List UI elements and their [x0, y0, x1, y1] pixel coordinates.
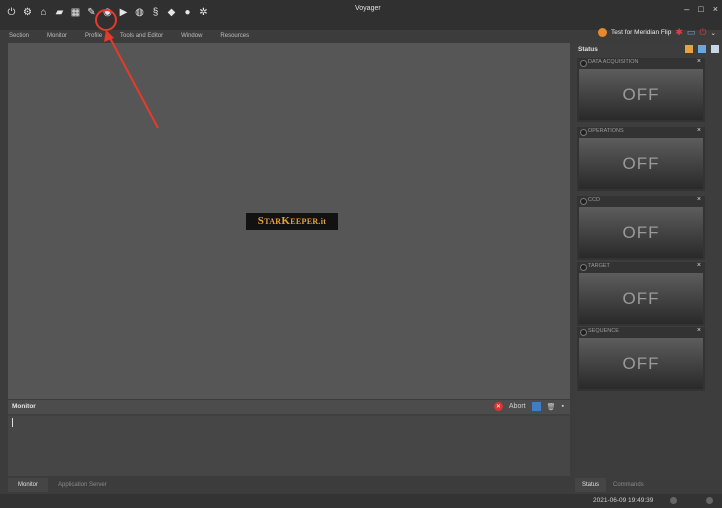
annotation-arrow — [104, 30, 159, 129]
